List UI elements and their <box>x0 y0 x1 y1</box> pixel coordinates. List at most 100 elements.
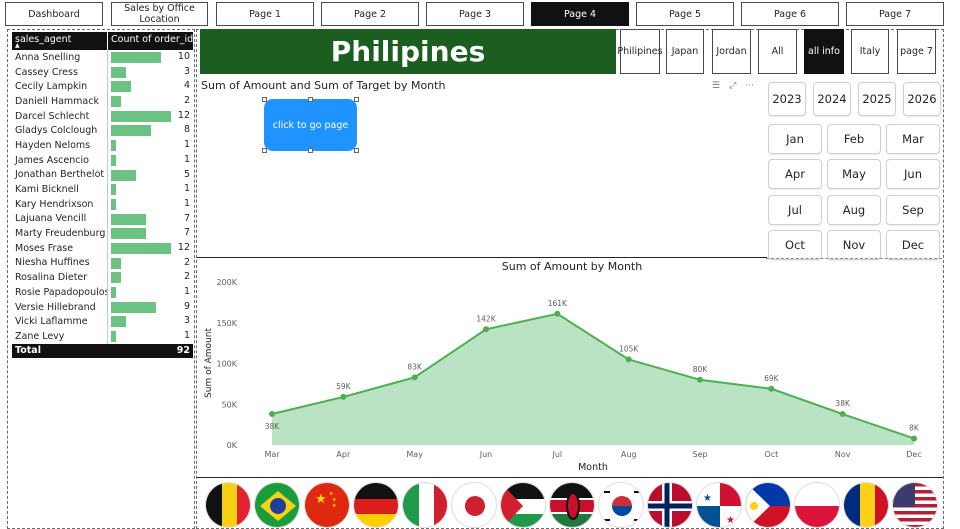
month-slicer-jan[interactable]: Jan <box>768 124 822 154</box>
country-button-philipines[interactable]: Philipines <box>617 29 663 74</box>
month-slicer-oct[interactable]: Oct <box>768 230 822 260</box>
flag-south-korea-icon[interactable] <box>598 482 644 528</box>
more-options-icon[interactable]: ··· <box>745 81 754 91</box>
table-row[interactable]: Rosie Papadopoulos 1 <box>12 285 193 300</box>
flag-panama-icon[interactable]: ★ ★ <box>696 482 742 528</box>
table-row[interactable]: Jonathan Berthelot 5 <box>12 167 193 183</box>
column-header-sales-agent[interactable]: sales_agent ▲ <box>12 32 108 50</box>
flag-romania-icon[interactable] <box>843 482 889 528</box>
table-row[interactable]: Versie Hillebrand 9 <box>12 299 193 315</box>
resize-handle[interactable] <box>308 97 313 102</box>
month-slicer-mar[interactable]: Mar <box>886 124 940 154</box>
nav-page-4-button[interactable]: Page 4 <box>531 2 629 26</box>
resize-handle[interactable] <box>262 97 267 102</box>
agent-name-cell: Rosalina Dieter <box>12 270 108 285</box>
flag-italy-icon[interactable] <box>402 482 448 528</box>
agent-name-cell: Gladys Colclough <box>12 123 108 139</box>
nav-page-3-button[interactable]: Page 3 <box>426 2 524 26</box>
order-count-value: 1 <box>183 183 190 195</box>
go-to-page-button[interactable]: click to go page <box>264 99 357 151</box>
resize-handle[interactable] <box>308 148 313 153</box>
year-slicer-2023[interactable]: 2023 <box>768 82 806 116</box>
table-row[interactable]: Rosalina Dieter 2 <box>12 270 193 285</box>
nav-page-6-button[interactable]: Page 6 <box>741 2 839 26</box>
table-row[interactable]: Gladys Colclough 8 <box>12 123 193 139</box>
table-row[interactable]: Kary Hendrixson 1 <box>12 196 193 212</box>
country-button-japan[interactable]: Japan <box>666 29 704 74</box>
table-row[interactable]: Niesha Huffines 2 <box>12 255 193 271</box>
sum-of-amount-by-month-chart[interactable]: Sum of Amount by Month Sum of Amount Mon… <box>197 258 943 478</box>
flag-brazil-icon[interactable] <box>254 482 300 528</box>
flag-united-states-icon[interactable] <box>892 482 938 528</box>
month-slicer-dec[interactable]: Dec <box>886 230 940 260</box>
country-button-page-7[interactable]: page 7 <box>897 29 936 74</box>
flag-belgium-icon[interactable] <box>205 482 251 528</box>
y-tick-label: 100K <box>216 360 237 369</box>
table-row[interactable]: Marty Freudenburg 7 <box>12 226 193 241</box>
flag-norway-icon[interactable] <box>647 482 693 528</box>
table-row[interactable]: Cassey Cress 3 <box>12 64 193 80</box>
flag-china-icon[interactable]: ★ ★ ★ ★ <box>304 482 350 528</box>
column-header-count[interactable]: Count of order_id <box>108 32 193 50</box>
y-tick-label: 150K <box>216 319 237 328</box>
resize-handle[interactable] <box>354 148 359 153</box>
flag-philippines-icon[interactable] <box>745 482 791 528</box>
nav-page-2-button[interactable]: Page 2 <box>321 2 419 26</box>
flag-poland-icon[interactable] <box>794 482 840 528</box>
flag-germany-icon[interactable] <box>353 482 399 528</box>
order-count-value: 1 <box>183 286 190 297</box>
table-row[interactable]: James Ascencio 1 <box>12 152 193 168</box>
agent-name-cell: Zane Levy <box>12 329 108 344</box>
table-row[interactable]: Lajuana Vencill 7 <box>12 211 193 227</box>
year-slicer-2026[interactable]: 2026 <box>903 82 941 116</box>
agent-name-cell: Daniell Hammack <box>12 94 108 109</box>
order-count-value: 2 <box>183 256 190 268</box>
order-count-value: 10 <box>177 51 190 62</box>
flag-japan-icon[interactable] <box>451 482 497 528</box>
filter-icon[interactable]: ☰ <box>712 81 720 91</box>
x-tick-label: Jun <box>479 450 493 459</box>
month-slicer-may[interactable]: May <box>827 159 881 189</box>
nav-page-5-button[interactable]: Page 5 <box>636 2 734 26</box>
country-button-all[interactable]: All <box>758 29 797 74</box>
data-bar <box>111 213 146 225</box>
agent-name-cell: Cecily Lampkin <box>12 79 108 95</box>
nav-page-1-button[interactable]: Page 1 <box>216 2 314 26</box>
flag-jordan-icon[interactable] <box>500 482 546 528</box>
table-row[interactable]: Vicki Laflamme 3 <box>12 314 193 330</box>
data-label: 142K <box>476 314 496 323</box>
month-slicer-apr[interactable]: Apr <box>768 159 822 189</box>
data-label: 69K <box>764 374 780 383</box>
month-slicer-nov[interactable]: Nov <box>827 230 881 260</box>
country-button-all-info[interactable]: all info <box>804 29 844 74</box>
country-button-jordan[interactable]: Jordan <box>712 29 751 74</box>
table-row[interactable]: Anna Snelling 10 <box>12 50 193 65</box>
flag-kenya-icon[interactable] <box>549 482 595 528</box>
table-row[interactable]: Zane Levy 1 <box>12 329 193 344</box>
data-bar <box>111 301 156 313</box>
country-button-italy[interactable]: Italy <box>851 29 889 74</box>
nav-dashboard-button[interactable]: Dashboard <box>5 2 103 26</box>
table-row[interactable]: Kami Bicknell 1 <box>12 182 193 197</box>
table-header: sales_agent ▲ Count of order_id <box>12 32 193 50</box>
year-slicer-2025[interactable]: 2025 <box>858 82 896 116</box>
table-row[interactable]: Moses Frase 12 <box>12 240 193 256</box>
table-row[interactable]: Hayden Neloms 1 <box>12 138 193 153</box>
resize-handle[interactable] <box>354 97 359 102</box>
month-slicer-sep[interactable]: Sep <box>886 195 940 225</box>
order-count-cell: 8 <box>108 123 193 138</box>
table-row[interactable]: Cecily Lampkin 4 <box>12 79 193 95</box>
table-row[interactable]: Daniell Hammack 2 <box>12 94 193 109</box>
table-row[interactable]: Darcel Schlecht 12 <box>12 108 193 124</box>
month-slicer-jun[interactable]: Jun <box>886 159 940 189</box>
resize-handle[interactable] <box>262 148 267 153</box>
nav-sales-by-office-button[interactable]: Sales by Office Location <box>111 2 208 26</box>
month-slicer-feb[interactable]: Feb <box>827 124 881 154</box>
nav-page-7-button[interactable]: Page 7 <box>846 2 944 26</box>
month-slicer-aug[interactable]: Aug <box>827 195 881 225</box>
data-bar <box>111 272 121 284</box>
year-slicer-2024[interactable]: 2024 <box>813 82 851 116</box>
order-count-value: 2 <box>183 271 190 283</box>
focus-mode-icon[interactable]: ⤢ <box>729 81 736 91</box>
month-slicer-jul[interactable]: Jul <box>768 195 822 225</box>
